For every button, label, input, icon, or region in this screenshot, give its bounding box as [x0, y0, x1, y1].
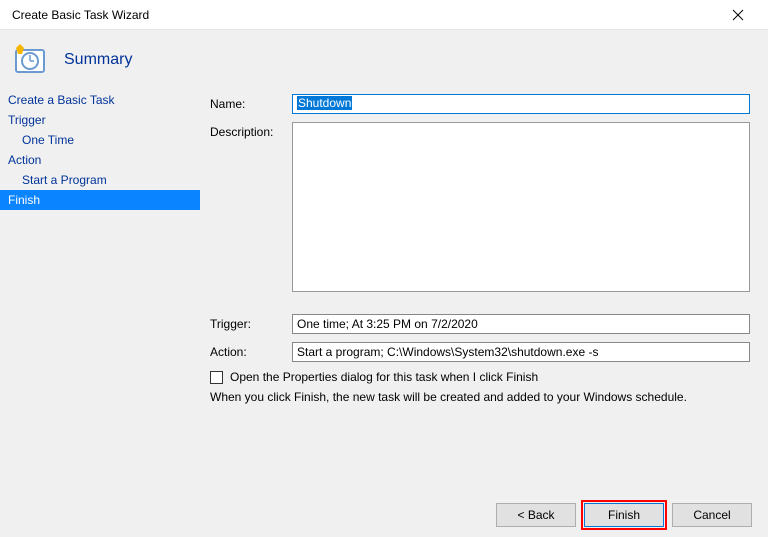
content-panel: Name: Shutdown Description: Trigger: One…: [200, 90, 768, 485]
sidebar-item-create-basic-task[interactable]: Create a Basic Task: [0, 90, 200, 110]
close-icon: [732, 9, 744, 21]
trigger-label: Trigger:: [210, 314, 292, 331]
titlebar: Create Basic Task Wizard: [0, 0, 768, 30]
button-bar: < Back Finish Cancel: [496, 503, 752, 527]
cancel-button[interactable]: Cancel: [672, 503, 752, 527]
banner: Summary: [0, 30, 768, 90]
close-button[interactable]: [718, 2, 758, 28]
sidebar-item-one-time[interactable]: One Time: [0, 130, 200, 150]
description-textarea[interactable]: [292, 122, 750, 292]
task-wizard-icon: [14, 44, 46, 76]
trigger-value[interactable]: One time; At 3:25 PM on 7/2/2020: [292, 314, 750, 334]
open-properties-label: Open the Properties dialog for this task…: [230, 370, 538, 384]
action-value[interactable]: Start a program; C:\Windows\System32\shu…: [292, 342, 750, 362]
open-properties-checkbox[interactable]: [210, 371, 223, 384]
sidebar-item-action[interactable]: Action: [0, 150, 200, 170]
open-properties-row[interactable]: Open the Properties dialog for this task…: [210, 370, 750, 384]
action-label: Action:: [210, 342, 292, 359]
back-button[interactable]: < Back: [496, 503, 576, 527]
window-title: Create Basic Task Wizard: [12, 8, 149, 22]
page-title: Summary: [64, 51, 132, 69]
name-input[interactable]: Shutdown: [292, 94, 750, 114]
finish-button[interactable]: Finish: [584, 503, 664, 527]
name-label: Name:: [210, 94, 292, 111]
body: Create a Basic Task Trigger One Time Act…: [0, 90, 768, 485]
info-text: When you click Finish, the new task will…: [210, 390, 750, 404]
sidebar: Create a Basic Task Trigger One Time Act…: [0, 90, 200, 485]
description-label: Description:: [210, 122, 292, 139]
sidebar-item-trigger[interactable]: Trigger: [0, 110, 200, 130]
sidebar-item-finish[interactable]: Finish: [0, 190, 200, 210]
wizard-window: Create Basic Task Wizard Summary Create …: [0, 0, 768, 537]
sidebar-item-start-a-program[interactable]: Start a Program: [0, 170, 200, 190]
